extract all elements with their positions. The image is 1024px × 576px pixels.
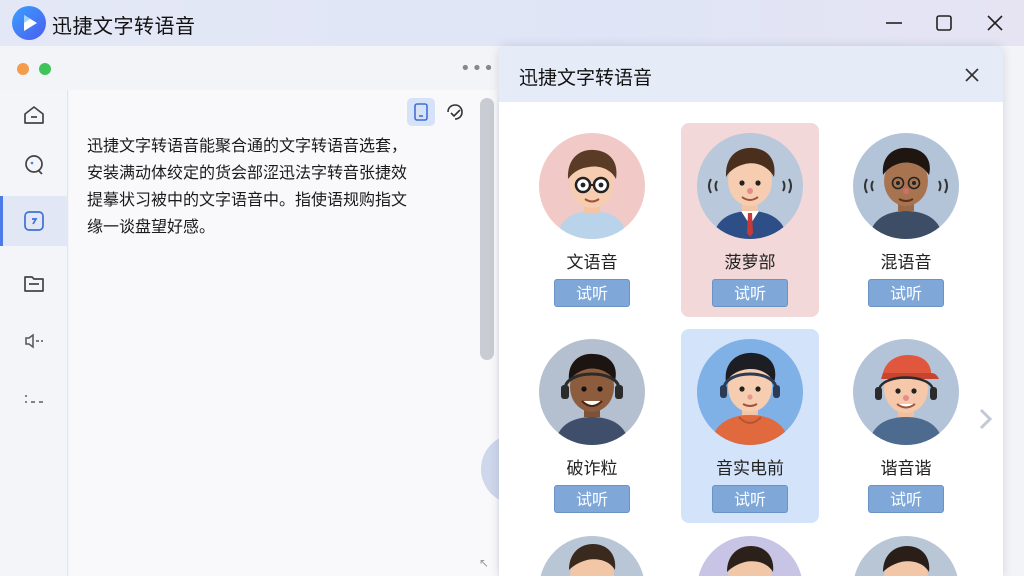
voice-name: 破诈粒 [566,459,618,479]
listen-button[interactable]: 试听 [554,279,630,307]
title-bar: 迅捷文字转语音 [0,0,1024,46]
app-title: 迅捷文字转语音 [52,14,196,38]
panel-close-icon[interactable] [961,64,983,86]
voice-name: 文语音 [566,253,618,273]
sidebar-item-speaker[interactable] [0,316,68,366]
ai-tool-button[interactable] [441,98,469,126]
voice-card-selected[interactable]: 菠萝部 试听 [681,123,819,317]
text-to-speech-icon [24,211,44,231]
sidebar [0,90,68,576]
minimize-icon[interactable] [880,9,908,37]
maximize-icon[interactable] [930,9,958,37]
format-tool-button[interactable] [407,98,435,126]
panel-header: 迅捷文字转语音 [499,46,1003,102]
avatar-peek-icon [539,536,645,576]
chat-icon [25,155,43,175]
voice-card[interactable]: 文语音 试听 [523,123,661,317]
avatar-glasses-icon [539,133,645,239]
avatar-dark-skin-icon [853,133,959,239]
settings-dash-icon [25,395,43,403]
avatar-suit-icon [697,133,803,239]
voice-name: 谐音谐 [880,459,932,479]
avatar-headphones-icon [539,339,645,445]
tablet-icon [414,103,428,121]
panel-title: 迅捷文字转语音 [519,67,653,89]
listen-button[interactable]: 试听 [868,279,944,307]
listen-button[interactable]: 试听 [554,485,630,513]
voice-panel: 迅捷文字转语音 文语音 试听 菠萝部 试听 混语音 试听 破诈粒 试听 音实电前… [499,46,1003,576]
chevron-right-icon[interactable] [976,404,996,434]
voice-card[interactable]: 破诈粒 试听 [523,329,661,523]
text-editor[interactable]: 迅捷文字转语音能聚合通的文字转语音选套， 安装满动体绞定的货会部涩迅法字转音张捷… [69,90,497,576]
listen-button[interactable]: 试听 [712,485,788,513]
voice-card-selected[interactable]: 音实电前 试听 [681,329,819,523]
voice-name: 音实电前 [716,459,784,479]
avatar-hoodie-icon [697,339,803,445]
orange-dot-icon[interactable] [17,63,29,75]
green-dot-icon[interactable] [39,63,51,75]
speaker-icon [25,333,43,349]
folder-icon [24,276,44,292]
avatar-peek-icon [697,536,803,576]
voice-card[interactable]: 混语音 试听 [837,123,975,317]
voice-card[interactable]: 谐音谐 试听 [837,329,975,523]
sidebar-item-home[interactable] [0,90,68,140]
voice-name: 菠萝部 [724,253,776,273]
avatar-peek-icon [853,536,959,576]
sidebar-item-more[interactable] [0,374,68,424]
sidebar-item-folder[interactable] [0,258,68,308]
listen-button[interactable]: 试听 [712,279,788,307]
avatar-cap-icon [853,339,959,445]
more-icon[interactable]: ••• [460,58,494,79]
resize-handle-icon[interactable]: ↖ [479,556,489,570]
sidebar-item-text-to-speech[interactable] [0,196,68,246]
magic-icon [447,104,463,120]
voice-name: 混语音 [880,253,932,273]
editor-scrollbar[interactable] [480,98,494,360]
listen-button[interactable]: 试听 [868,485,944,513]
sidebar-item-chat[interactable] [0,140,68,190]
editor-text-content[interactable]: 迅捷文字转语音能聚合通的文字转语音选套， 安装满动体绞定的货会部涩迅法字转音张捷… [87,132,427,240]
close-icon[interactable] [981,9,1009,37]
app-logo-icon [12,6,46,40]
home-icon [24,106,44,124]
